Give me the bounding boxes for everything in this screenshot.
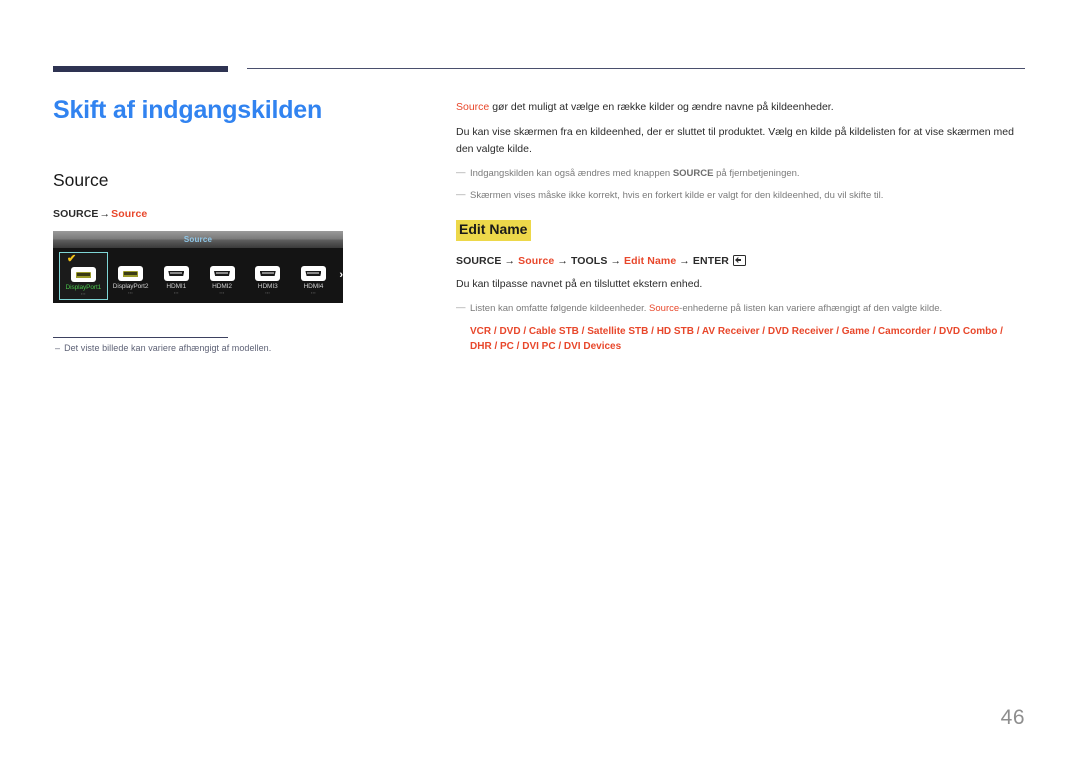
osd-item-label: HDMI2	[212, 283, 232, 290]
menu-path-target: Source	[111, 208, 148, 220]
osd-item-displayport2[interactable]: DisplayPort2 ▪▪▪	[108, 252, 154, 300]
chevron-right-icon[interactable]: ›	[339, 270, 343, 281]
osd-header-title: Source	[183, 235, 213, 244]
osd-header: Source	[53, 231, 343, 248]
osd-item-label: HDMI1	[166, 283, 187, 290]
menu-path-root: SOURCE	[53, 208, 99, 220]
page-number: 46	[1000, 706, 1025, 729]
footnote-dash: –	[55, 343, 61, 353]
osd-item-displayport1[interactable]: ✔ DisplayPort1 ▪▪▪	[59, 251, 108, 300]
note-wrong-source: — Skærmen vises måske ikke korrekt, hvis …	[456, 189, 1026, 204]
osd-item-sub: ▪▪▪	[128, 291, 134, 295]
menu-path-c: TOOLS	[570, 254, 608, 267]
menu-path-source: SOURCE→Source	[53, 191, 423, 220]
displayport-icon	[70, 267, 96, 282]
note-dash: —	[456, 302, 466, 313]
arrow-icon: →	[610, 254, 622, 267]
osd-item-hdmi2[interactable]: HDMI2 ▪▪▪	[199, 252, 245, 300]
right-column: Source gør det muligt at vælge en række …	[456, 99, 1026, 355]
device-type-list: VCR / DVD / Cable STB / Satellite STB / …	[470, 325, 1003, 353]
osd-item-sub: ▪▪▪	[265, 291, 271, 295]
note-dash: —	[456, 188, 466, 200]
osd-item-hdmi3[interactable]: HDMI3 ▪▪▪	[245, 252, 291, 300]
note-strong: SOURCE	[672, 167, 714, 179]
hdmi-icon	[255, 266, 281, 281]
note-accent-term: Source	[649, 303, 680, 314]
osd-item-sub: ▪▪▪	[173, 291, 179, 295]
osd-item-sub: ▪▪▪	[310, 291, 316, 295]
osd-item-label: HDMI3	[257, 283, 278, 290]
header-accent-bar	[53, 66, 228, 72]
note-dash: —	[456, 166, 466, 178]
hdmi-icon	[163, 266, 189, 281]
osd-source-list: ✔ DisplayPort1 ▪▪▪ DisplayPort2 ▪▪▪ HDMI…	[53, 248, 343, 303]
osd-item-label: DisplayPort2	[112, 283, 149, 290]
footnote-text: Det viste billede kan variere afhængigt …	[64, 343, 272, 353]
subsection-title-edit-name: Edit Name	[456, 220, 532, 241]
osd-item-label: HDMI4	[303, 283, 324, 290]
page-title: Skift af indgangskilden	[53, 96, 323, 124]
footnote: – Det viste billede kan variere afhængigt…	[55, 343, 271, 353]
arrow-icon: →	[557, 254, 568, 267]
intro-paragraph: Source gør det muligt at vælge en række …	[456, 99, 1026, 115]
footnote-divider	[53, 337, 228, 338]
note-post: på fjernbetjeningen.	[713, 167, 800, 179]
check-icon: ✔	[67, 252, 77, 265]
menu-path-b: Source	[518, 254, 555, 267]
left-column: Skift af indgangskilden Source SOURCE→So…	[53, 95, 423, 220]
arrow-icon: →	[679, 254, 690, 267]
intro-accent-term: Source	[456, 101, 490, 113]
hdmi-icon	[209, 266, 235, 281]
arrow-icon: →	[99, 208, 111, 220]
osd-item-sub: ▪▪▪	[80, 292, 86, 296]
note-device-list: — Listen kan omfatte følgende kildeenhede…	[456, 302, 1026, 317]
source-osd-screenshot: Source ✔ DisplayPort1 ▪▪▪ DisplayPort2 ▪…	[53, 231, 343, 303]
menu-path-edit-name: SOURCE → Source → TOOLS → Edit Name → ENTER	[456, 255, 1026, 267]
section-title: Source	[53, 170, 109, 190]
edit-name-description: Du kan tilpasse navnet på en tilsluttet …	[456, 277, 703, 290]
osd-item-hdmi4[interactable]: HDMI4 ▪▪▪	[291, 252, 337, 300]
note-pre: Indgangskilden kan også ændres med knapp…	[470, 167, 673, 179]
header-rule	[247, 68, 1025, 69]
note-remote-source: — Indgangskilden kan også ændres med knap…	[456, 167, 1026, 182]
enter-key-icon	[733, 255, 746, 267]
hdmi-icon	[300, 266, 326, 281]
osd-item-sub: ▪▪▪	[219, 291, 225, 295]
description-paragraph: Du kan vise skærmen fra en kildeenhed, d…	[456, 126, 1014, 155]
note-pre: Listen kan omfatte følgende kildeenheder…	[470, 303, 650, 314]
note-post: -enhederne på listen kan variere afhængi…	[679, 303, 943, 314]
displayport-icon	[118, 266, 144, 281]
menu-path-e: ENTER	[692, 254, 729, 267]
menu-path-d: Edit Name	[624, 254, 677, 267]
osd-item-hdmi1[interactable]: HDMI1 ▪▪▪	[153, 252, 199, 300]
osd-item-label: DisplayPort1	[65, 284, 102, 291]
intro-rest: gør det muligt at vælge en række kilder …	[489, 101, 834, 113]
menu-path-a: SOURCE	[456, 254, 502, 267]
note-pre: Skærmen vises måske ikke korrekt, hvis e…	[470, 189, 884, 201]
arrow-icon: →	[504, 254, 516, 267]
